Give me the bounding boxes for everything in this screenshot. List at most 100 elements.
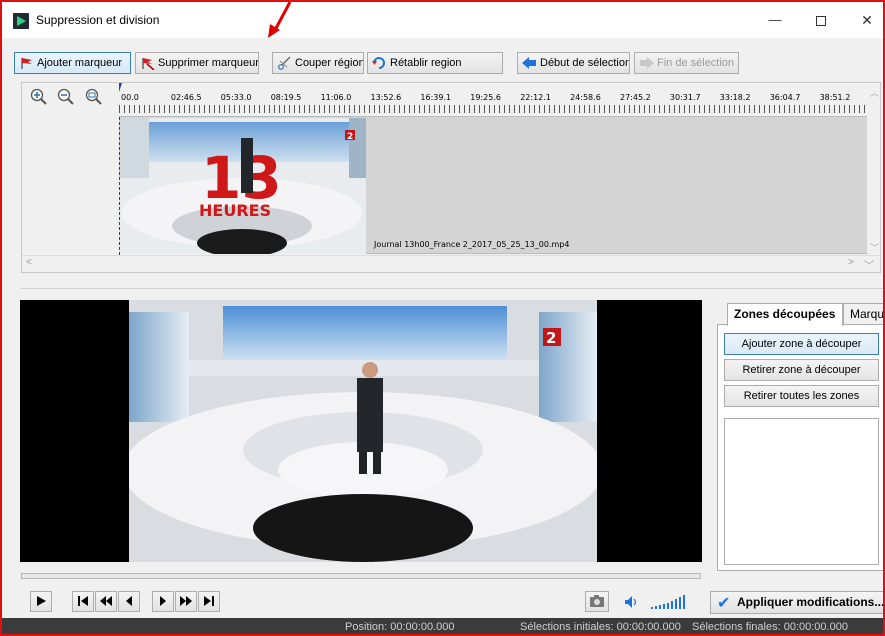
ruler-tick-label: 33:18.2 [719, 93, 751, 102]
fast-forward-button[interactable] [175, 591, 197, 612]
clip-thumbnail: 2 13 HEURES [119, 118, 366, 254]
snapshot-button[interactable] [585, 591, 609, 612]
selection-end-arrow-icon [640, 57, 654, 69]
zoom-in-icon[interactable] [29, 87, 49, 107]
add-zone-button[interactable]: Ajouter zone à découper [724, 333, 879, 355]
step-forward-icon [160, 596, 166, 606]
ruler-tick-label: 02:46.5 [170, 93, 202, 102]
ruler-tick-label: 13:52.6 [370, 93, 402, 102]
preview-channel-text: 2 [546, 329, 556, 347]
apply-changes-label: Appliquer modifications... [737, 595, 885, 609]
ruler-tick-label: 08:19.5 [270, 93, 302, 102]
ruler-tick-label: 38:51.2 [819, 93, 851, 102]
remove-zone-button[interactable]: Retirer zone à découper [724, 359, 879, 381]
video-preview[interactable]: 2 [20, 300, 702, 562]
camera-icon [590, 595, 604, 607]
cut-region-label: Couper région [295, 57, 364, 69]
title-bar: Suppression et division — ✕ [2, 2, 883, 38]
status-bar: Position: 00:00:00.000 Sélections initia… [2, 618, 883, 634]
tab-markers[interactable]: Marqu [843, 303, 883, 325]
cut-zones-panel: Ajouter zone à découper Retirer zone à d… [717, 324, 883, 571]
toolbar: Ajouter marqueur Supprimer marqueur Coup… [14, 52, 874, 74]
step-forward-button[interactable] [152, 591, 174, 612]
timeline-horizontal-scrollbar[interactable]: < > ﹀ [22, 255, 880, 272]
preview-frame: 2 [129, 300, 597, 562]
suppression-window: Suppression et division — ✕ Ajouter marq… [0, 0, 885, 636]
thumb-logo-word: HEURES [199, 201, 271, 220]
ruler-tick-label: 05:33.0 [220, 93, 252, 102]
cut-region-button[interactable]: Couper région [272, 52, 364, 74]
skip-to-end-icon [204, 596, 214, 606]
step-back-icon [126, 596, 132, 606]
maximize-button[interactable] [798, 6, 844, 34]
window-title: Suppression et division [36, 13, 160, 27]
volume-slider[interactable] [650, 594, 690, 610]
remove-all-zones-button[interactable]: Retirer toutes les zones [724, 385, 879, 407]
step-back-button[interactable] [118, 591, 140, 612]
zoom-fit-icon[interactable] [84, 87, 104, 107]
remove-flag-icon [142, 58, 155, 70]
add-marker-label: Ajouter marqueur [37, 57, 122, 69]
selection-end-label: Fin de sélection [657, 57, 735, 69]
red-flag-icon [21, 58, 32, 69]
fast-forward-icon [180, 596, 192, 606]
minimize-button[interactable]: — [752, 6, 798, 34]
tab-cut-zones[interactable]: Zones découpées [727, 303, 843, 326]
scissors-icon [278, 56, 291, 70]
ruler-tick-label: 16:39.1 [420, 93, 452, 102]
apply-changes-button[interactable]: ✔ Appliquer modifications... [710, 591, 885, 614]
ruler-tick-label: 11:06.0 [320, 93, 352, 102]
scroll-down-icon[interactable]: ﹀ [870, 241, 879, 254]
speaker-icon[interactable] [624, 595, 640, 609]
scroll-left-icon[interactable]: < [26, 257, 32, 268]
playhead-marker-icon [119, 83, 122, 92]
go-to-end-button[interactable] [198, 591, 220, 612]
ruler-tick-label: 19:25.6 [470, 93, 501, 102]
app-play-icon [13, 13, 29, 29]
status-position: Position: 00:00:00.000 [345, 621, 455, 633]
scroll-right-icon[interactable]: > [848, 257, 854, 268]
timeline-vertical-scrollbar[interactable]: ︿ ﹀ [868, 83, 880, 254]
selection-start-label: Début de sélection [540, 57, 630, 69]
red-annotation-arrow-icon [268, 2, 292, 38]
go-to-start-button[interactable] [72, 591, 94, 612]
playback-progress-track[interactable] [21, 573, 701, 579]
ruler-tick-label: 00.0 [121, 93, 139, 102]
selection-start-button[interactable]: Début de sélection [517, 52, 630, 74]
selection-end-button[interactable]: Fin de sélection [634, 52, 739, 74]
scroll-up-icon[interactable]: ︿ [870, 86, 879, 99]
ruler-tick-label: 36:04.7 [769, 93, 801, 102]
time-ruler[interactable]: 00.0 02:46.5 05:33.0 08:19.5 11:06.0 13:52.6 1… [119, 83, 880, 113]
scroll-corner-down-icon: ﹀ [864, 261, 874, 272]
clip-track[interactable]: 2 13 HEURES Journal 13h00_France 2_2017_… [119, 116, 867, 255]
remove-marker-label: Supprimer marqueur [158, 57, 259, 69]
play-icon [37, 596, 46, 606]
remove-marker-button[interactable]: Supprimer marqueur [135, 52, 259, 74]
fast-rewind-icon [100, 596, 112, 606]
ruler-tick-label: 22:12.1 [520, 93, 551, 102]
maximize-icon [816, 15, 826, 26]
restore-region-label: Rétablir region [390, 57, 462, 69]
playhead-line [119, 117, 120, 255]
zoom-out-icon[interactable] [56, 87, 76, 107]
add-marker-button[interactable]: Ajouter marqueur [14, 52, 131, 74]
clip-filename: Journal 13h00_France 2_2017_05_25_13_00.… [374, 240, 570, 249]
restore-region-button[interactable]: Rétablir region [367, 52, 503, 74]
status-final-selections: Sélections finales: 00:00:00.000 [692, 621, 848, 633]
fast-rewind-button[interactable] [95, 591, 117, 612]
close-button[interactable]: ✕ [844, 6, 883, 34]
skip-to-start-icon [78, 596, 88, 606]
thumb-channel-text: 2 [347, 132, 353, 142]
play-button[interactable] [30, 591, 52, 612]
timeline-panel: 00.0 02:46.5 05:33.0 08:19.5 11:06.0 13:52.6 1… [21, 82, 881, 273]
zones-list[interactable] [724, 418, 879, 565]
checkmark-icon: ✔ [717, 595, 731, 612]
ruler-ticks [119, 105, 867, 113]
status-initial-selections: Sélections initiales: 00:00:00.000 [520, 621, 681, 633]
panel-divider [21, 288, 883, 289]
ruler-tick-label: 27:45.2 [620, 93, 651, 102]
ruler-tick-label: 30:31.7 [669, 93, 701, 102]
selection-start-arrow-icon [522, 57, 536, 69]
ruler-tick-label: 24:58.6 [570, 93, 601, 102]
restore-icon [372, 57, 385, 69]
